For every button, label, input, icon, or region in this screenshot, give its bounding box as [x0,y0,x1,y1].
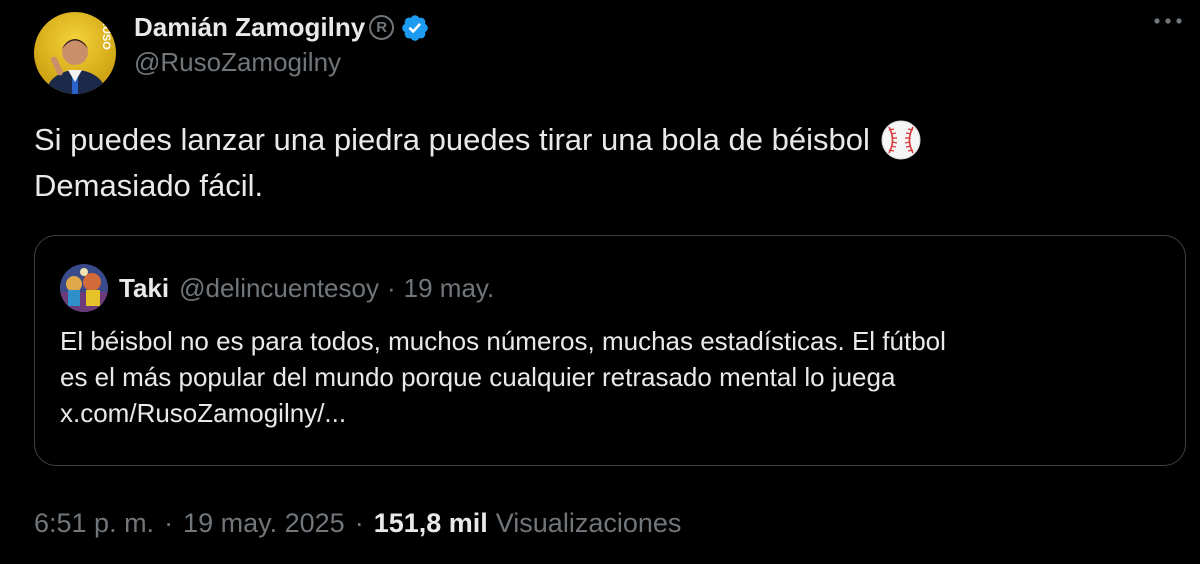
tweet-text-line: Demasiado fácil. [34,168,264,203]
tweet-date[interactable]: 19 may. 2025 [183,508,345,539]
author-handle[interactable]: @RusoZamogilny [134,47,341,78]
quote-author-avatar[interactable] [60,264,108,312]
quote-header: Taki @delincuentesoy · 19 may. [119,273,494,304]
verified-badge-icon [400,13,430,43]
tweet-time[interactable]: 6:51 p. m. [34,508,154,539]
quote-text-line: El béisbol no es para todos, muchos núme… [60,326,946,356]
tweet-meta: 6:51 p. m. · 19 may. 2025 · 151,8 mil Vi… [34,508,681,539]
meta-separator: · [354,508,364,538]
author-name-row[interactable]: Damián Zamogilny R [134,12,430,43]
views-count[interactable]: 151,8 mil [374,508,488,539]
quote-text: El béisbol no es para todos, muchos núme… [60,323,1160,431]
author-name[interactable]: Damián Zamogilny [134,12,365,43]
registered-mark-icon: R [369,15,395,40]
tweet-text: Si puedes lanzar una piedra puedes tirar… [34,117,1154,209]
baseball-icon [880,119,922,161]
quote-date[interactable]: 19 may. [404,273,495,304]
author-avatar[interactable]: RUSO [34,12,116,94]
quoted-tweet-card[interactable]: Taki @delincuentesoy · 19 may. El béisbo… [34,235,1186,466]
quote-author-name[interactable]: Taki [119,273,169,304]
quote-avatar-image [60,264,108,312]
quote-text-line: es el más popular del mundo porque cualq… [60,362,896,392]
meta-separator: · [164,508,174,538]
tweet-text-line-1: Si puedes lanzar una piedra puedes tirar… [34,117,1154,163]
quote-separator: · [386,273,396,303]
avatar-badge-text: RUSO [100,18,112,50]
views-label: Visualizaciones [495,508,682,538]
quote-author-handle[interactable]: @delincuentesoy [179,273,379,304]
tweet-text-line: Si puedes lanzar una piedra puedes tirar… [34,122,870,157]
quote-link[interactable]: x.com/RusoZamogilny/... [60,395,1160,431]
more-options-icon[interactable] [1150,6,1186,36]
tweet-text-line-2: Demasiado fácil. [34,163,1154,209]
